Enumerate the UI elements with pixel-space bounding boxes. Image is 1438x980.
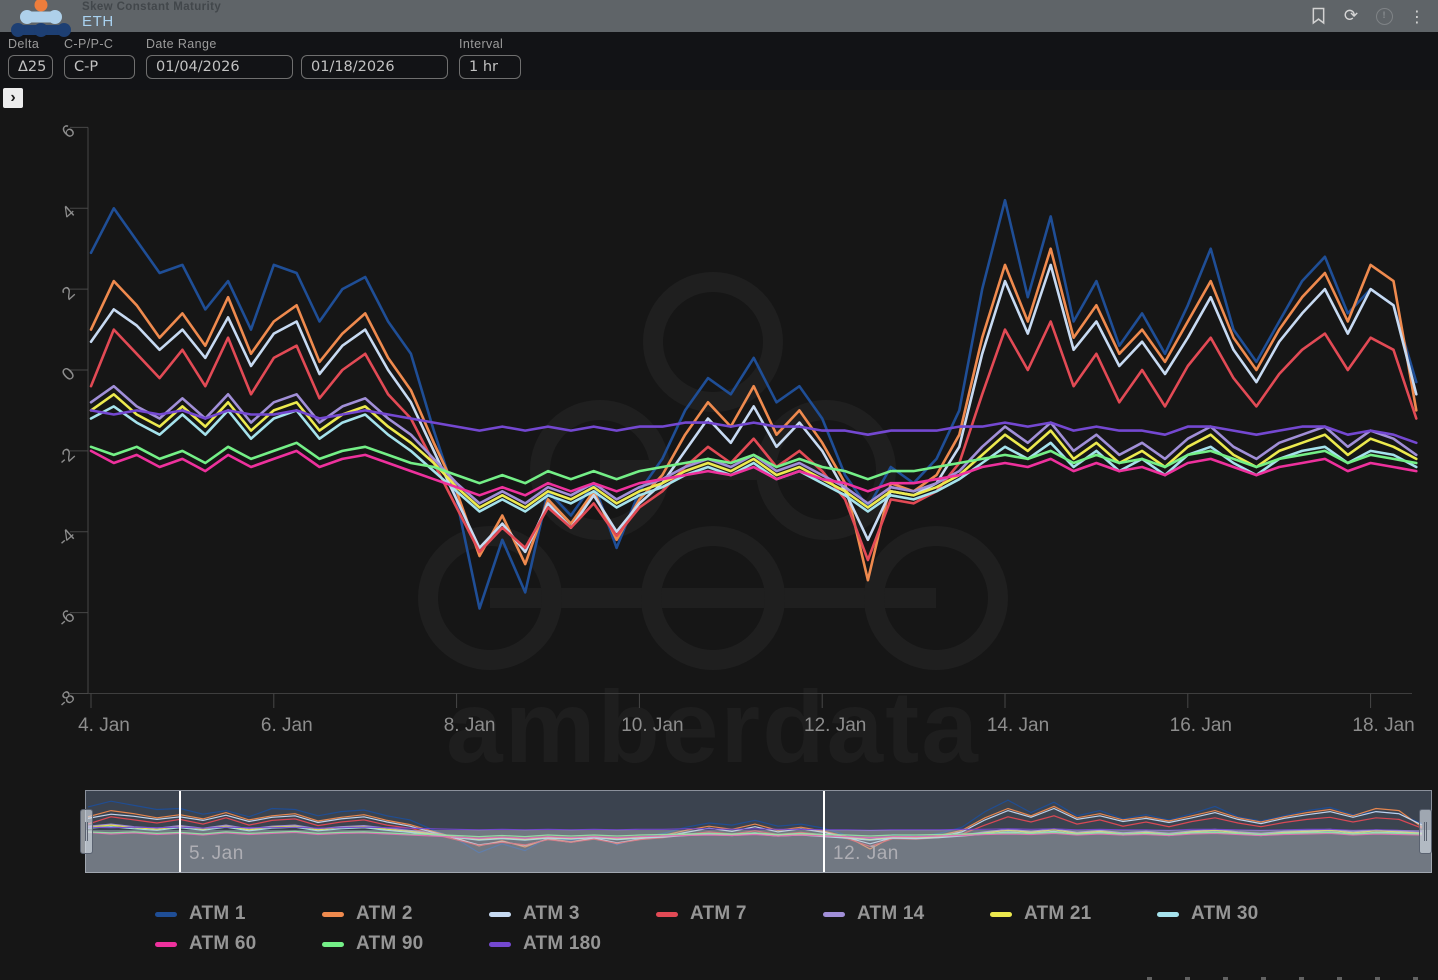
date-from-input[interactable] [146,55,293,79]
kebab-menu-icon[interactable]: ⋮ [1406,5,1428,27]
app-root: { "header": { "title": "Skew Constant Ma… [0,0,1438,980]
legend-label-atm-1: ATM 1 [189,903,246,925]
interval-select[interactable]: 1 hr [459,55,521,79]
legend-marker-atm-180 [489,942,511,947]
legend-marker-atm-2 [322,912,344,917]
bookmark-icon[interactable] [1307,5,1329,27]
series-line-atm-14 [91,386,1416,503]
refresh-glyph: ⟳ [1344,6,1358,26]
navigator-gridline-5jan [179,791,181,872]
y-axis-tick-label: 4 [58,201,79,223]
y-axis-tick-label: -4 [53,525,78,551]
legend-marker-atm-21 [990,912,1012,917]
legend-label-atm-7: ATM 7 [690,903,747,925]
legend-item-atm-14[interactable]: ATM 14 [823,903,990,925]
legend: ATM 1 ATM 2 ATM 3 ATM 7 ATM 14 ATM 21 ATM 30 AT… [0,903,1438,955]
date-range-label: Date Range [146,37,448,51]
navigator-track[interactable] [85,790,1432,873]
refresh-icon[interactable]: ⟳ [1340,5,1362,27]
legend-marker-atm-3 [489,912,511,917]
legend-marker-atm-60 [155,942,177,947]
legend-item-atm-60[interactable]: ATM 60 [155,933,322,955]
legend-marker-atm-7 [656,912,678,917]
legend-label-atm-14: ATM 14 [857,903,924,925]
y-axis-tick-label: -2 [53,444,78,470]
x-axis-tick-label: 10. Jan [621,715,683,736]
legend-marker-atm-1 [155,912,177,917]
legend-label-atm-90: ATM 90 [356,933,423,955]
legend-label-atm-60: ATM 60 [189,933,256,955]
series-line-atm-30 [91,406,1416,511]
navigator-label-5jan: 5. Jan [189,843,244,865]
alert-ring: ! [1376,8,1393,25]
navigator-handle-left[interactable] [80,809,93,854]
y-axis-tick-label: 6 [58,121,79,143]
legend-item-atm-1[interactable]: ATM 1 [155,903,322,925]
axes: 6 4 2 0 -2 -4 -6 -84. Jan 6. Jan 8. Jan 10. Jan 12.… [53,121,1414,736]
x-axis-tick-label: 14. Jan [987,715,1049,736]
y-axis-tick-label: 0 [58,363,79,385]
bookmark-icon-shape [1311,7,1326,25]
series-line-atm-7 [91,322,1416,561]
amberdata-watermark [428,282,998,660]
legend-item-atm-180[interactable]: ATM 180 [489,933,656,955]
series-line-atm-2 [91,249,1416,581]
x-axis-tick-label: 12. Jan [804,715,866,736]
amberdata-logo [8,0,74,38]
header-bar: Skew Constant Maturity ETH ⟳ ! ⋮ [0,0,1438,32]
alert-icon[interactable]: ! [1373,5,1395,27]
legend-item-atm-2[interactable]: ATM 2 [322,903,489,925]
legend-label-atm-180: ATM 180 [523,933,601,955]
cp-label: C-P/P-C [64,37,135,51]
filter-group-delta: Delta Δ25 [8,37,53,79]
symbol-label: ETH [82,14,221,30]
watermark-text: amberdata [446,670,980,784]
y-axis-tick-label: 2 [58,282,79,304]
x-axis-tick-label: 6. Jan [261,715,313,736]
legend-item-atm-3[interactable]: ATM 3 [489,903,656,925]
legend-item-atm-7[interactable]: ATM 7 [656,903,823,925]
legend-items: ATM 1 ATM 2 ATM 3 ATM 7 ATM 14 ATM 21 ATM 30 AT… [155,903,1350,955]
x-axis-tick-label: 8. Jan [444,715,496,736]
interval-label: Interval [459,37,521,51]
delta-label: Delta [8,37,53,51]
y-axis-tick-label: -6 [53,606,78,632]
delta-select[interactable]: Δ25 [8,55,53,79]
x-axis-tick-label: 4. Jan [78,715,130,736]
legend-label-atm-21: ATM 21 [1024,903,1091,925]
title-block: Skew Constant Maturity ETH [82,1,221,30]
series-line-atm-1 [91,200,1416,608]
sidebar-expand-button[interactable]: › [3,88,23,108]
x-axis-tick-label: 16. Jan [1170,715,1232,736]
navigator-handle-right[interactable] [1419,809,1432,854]
header-actions: ⟳ ! ⋮ [1307,5,1428,27]
kebab-glyph: ⋮ [1409,7,1425,26]
legend-label-atm-3: ATM 3 [523,903,580,925]
legend-marker-atm-90 [322,942,344,947]
series-line-atm-180 [91,410,1416,442]
navigator-gridline-12jan [823,791,825,872]
filter-group-interval: Interval 1 hr [459,37,521,79]
legend-item-atm-30[interactable]: ATM 30 [1157,903,1324,925]
legend-label-atm-2: ATM 2 [356,903,413,925]
filter-group-date-range: Date Range [146,37,448,79]
navigator-label-12jan: 12. Jan [833,843,899,865]
cp-select[interactable]: C-P [64,55,135,79]
date-to-input[interactable] [301,55,448,79]
legend-marker-atm-14 [823,912,845,917]
page-title: Skew Constant Maturity [82,1,221,13]
filter-bar: Delta Δ25 C-P/P-C C-P Date Range Interva… [0,32,1438,90]
chart-series [91,200,1416,608]
series-line-atm-21 [91,394,1416,507]
y-axis-tick-label: -8 [53,687,78,713]
x-axis-tick-label: 18. Jan [1352,715,1414,736]
series-line-atm-3 [91,265,1416,552]
series-line-atm-90 [91,443,1416,483]
legend-marker-atm-30 [1157,912,1179,917]
legend-label-atm-30: ATM 30 [1191,903,1258,925]
filter-group-cp: C-P/P-C C-P [64,37,135,79]
series-line-atm-60 [91,451,1416,495]
legend-item-atm-21[interactable]: ATM 21 [990,903,1157,925]
legend-item-atm-90[interactable]: ATM 90 [322,933,489,955]
